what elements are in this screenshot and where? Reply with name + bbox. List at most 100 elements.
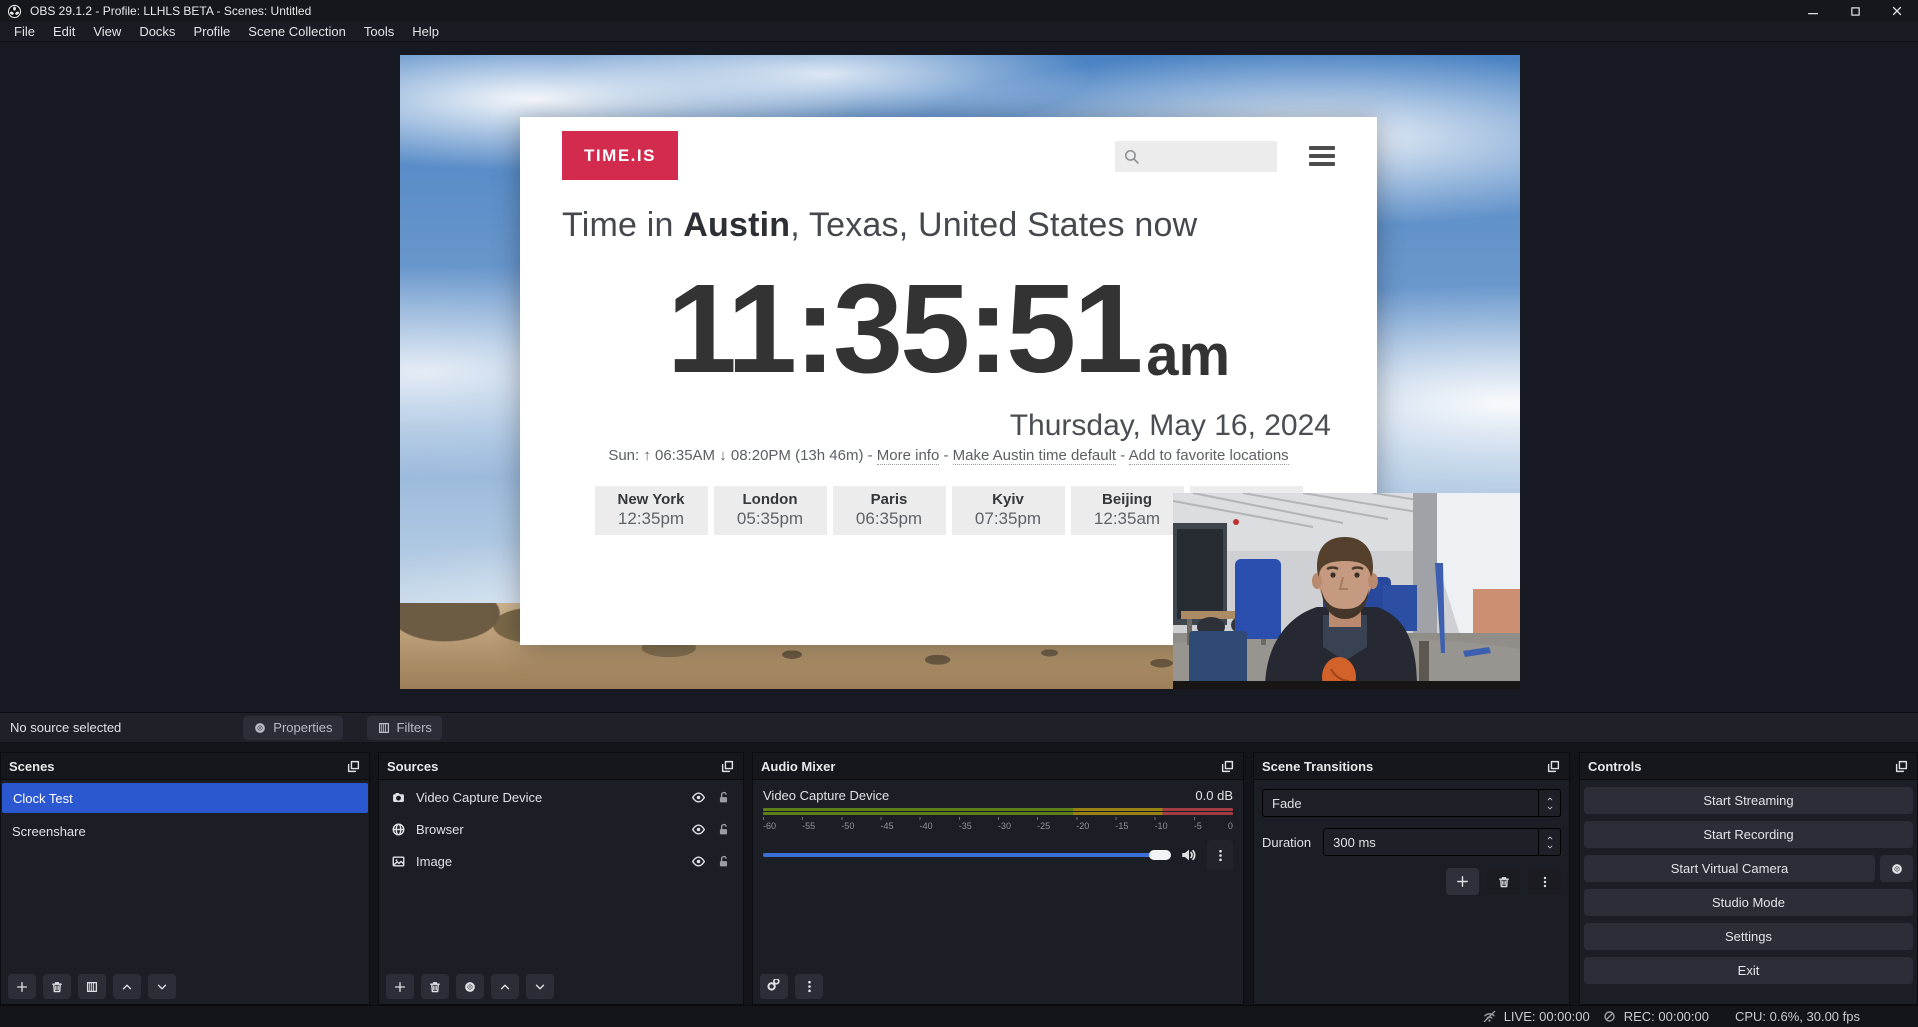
add-source-button[interactable] [386, 974, 414, 999]
popout-icon[interactable] [1894, 759, 1909, 774]
popout-icon[interactable] [1220, 759, 1235, 774]
webcam-video-source[interactable] [1173, 493, 1520, 689]
mixer-channel: Video Capture Device 0.0 dB -60-55-50-45… [753, 780, 1243, 870]
remove-transition-button[interactable] [1487, 868, 1520, 895]
transition-select[interactable]: Fade [1262, 789, 1561, 817]
popout-icon[interactable] [720, 759, 735, 774]
add-scene-button[interactable] [8, 974, 36, 999]
volume-slider-row [763, 840, 1233, 870]
eye-icon[interactable] [691, 822, 706, 837]
timeis-logo: TIME.IS [562, 131, 678, 180]
kebab-icon [802, 979, 817, 994]
scene-item-screenshare[interactable]: Screenshare [1, 816, 369, 846]
remove-source-button[interactable] [421, 974, 449, 999]
start-streaming-button[interactable]: Start Streaming [1584, 787, 1913, 814]
sources-dock: Sources Video Capture Device Browser Ima… [378, 752, 744, 1005]
popout-icon[interactable] [346, 759, 361, 774]
source-item-video-capture[interactable]: Video Capture Device [379, 782, 743, 812]
minimize-button[interactable] [1792, 0, 1834, 22]
sources-dock-header[interactable]: Sources [379, 753, 743, 780]
gear-icon [253, 721, 267, 735]
speaker-icon[interactable] [1180, 846, 1198, 864]
source-properties-button[interactable] [456, 974, 484, 999]
menu-edit[interactable]: Edit [44, 24, 84, 39]
timeis-meridiem: am [1146, 322, 1230, 389]
scenes-toolbar [8, 974, 362, 999]
controls-dock-header[interactable]: Controls [1580, 753, 1917, 780]
remove-scene-button[interactable] [43, 974, 71, 999]
duration-spin-arrows[interactable] [1538, 829, 1560, 855]
volume-meter-right [763, 812, 1233, 815]
chevron-down-icon [533, 980, 547, 994]
unlock-icon[interactable] [716, 854, 731, 869]
move-scene-down-button[interactable] [148, 974, 176, 999]
transition-select-arrows[interactable] [1538, 790, 1560, 816]
menu-view[interactable]: View [84, 24, 130, 39]
maximize-button[interactable] [1834, 0, 1876, 22]
menu-scene-collection[interactable]: Scene Collection [239, 24, 355, 39]
controls-dock-title: Controls [1588, 759, 1641, 774]
source-item-image[interactable]: Image [379, 846, 743, 876]
image-icon [391, 854, 406, 869]
make-default-link: Make Austin time default [953, 447, 1116, 465]
live-timer: LIVE: 00:00:00 [1504, 1009, 1590, 1024]
scenes-dock-header[interactable]: Scenes [1, 753, 369, 780]
audio-mixer-dock-header[interactable]: Audio Mixer [753, 753, 1243, 780]
close-button[interactable] [1876, 0, 1918, 22]
move-source-up-button[interactable] [491, 974, 519, 999]
timeis-clock-row: 11:35:51 am [520, 247, 1377, 399]
scene-transitions-dock-header[interactable]: Scene Transitions [1254, 753, 1569, 780]
virtual-camera-config-button[interactable] [1880, 855, 1913, 882]
city-time-london: London05:35pm [714, 486, 827, 535]
mixer-channel-menu-button[interactable] [1207, 840, 1233, 870]
volume-slider[interactable] [763, 853, 1171, 857]
advanced-audio-button[interactable] [760, 974, 788, 999]
menu-profile[interactable]: Profile [184, 24, 239, 39]
mixer-channel-name: Video Capture Device [763, 788, 889, 803]
live-status: LIVE: 00:00:00 [1482, 1009, 1590, 1024]
scene-filters-button[interactable] [78, 974, 106, 999]
menu-file[interactable]: File [5, 24, 44, 39]
minimize-icon [1806, 4, 1820, 18]
double-gear-icon [767, 979, 782, 994]
start-recording-button[interactable]: Start Recording [1584, 821, 1913, 848]
timeis-header: TIME.IS [520, 117, 1377, 180]
menu-tools[interactable]: Tools [355, 24, 403, 39]
move-source-down-button[interactable] [526, 974, 554, 999]
move-scene-up-button[interactable] [113, 974, 141, 999]
unlock-icon[interactable] [716, 822, 731, 837]
scenes-dock: Scenes Clock Test Screenshare [0, 752, 370, 1005]
start-virtual-camera-button[interactable]: Start Virtual Camera [1584, 855, 1875, 882]
chevron-down-icon [1545, 804, 1555, 812]
add-transition-button[interactable] [1446, 868, 1479, 895]
exit-button[interactable]: Exit [1584, 957, 1913, 984]
mixer-menu-button[interactable] [795, 974, 823, 999]
chevron-up-icon [1545, 795, 1555, 803]
window-title: OBS 29.1.2 - Profile: LLHLS BETA - Scene… [30, 4, 311, 18]
properties-button[interactable]: Properties [243, 716, 342, 740]
close-icon [1890, 4, 1904, 18]
timeis-date: Thursday, May 16, 2024 [520, 409, 1377, 443]
plus-icon [1455, 874, 1470, 889]
source-item-browser[interactable]: Browser [379, 814, 743, 844]
program-canvas[interactable]: TIME.IS Time in Austin, Texas, United St… [400, 55, 1520, 689]
unlock-icon[interactable] [716, 790, 731, 805]
filters-button[interactable]: Filters [367, 716, 442, 740]
meter-scale: -60-55-50-45-40-35-30-25-20-15-10-50 [763, 821, 1233, 831]
eye-icon[interactable] [691, 790, 706, 805]
city-time-kyiv: Kyiv07:35pm [952, 486, 1065, 535]
studio-mode-button[interactable]: Studio Mode [1584, 889, 1913, 916]
duration-label: Duration [1262, 835, 1311, 850]
eye-icon[interactable] [691, 854, 706, 869]
scene-item-clock-test[interactable]: Clock Test [2, 783, 368, 813]
transition-menu-button[interactable] [1528, 868, 1561, 895]
popout-icon[interactable] [1546, 759, 1561, 774]
timeis-clock: 11:35:51 [667, 260, 1140, 399]
menu-help[interactable]: Help [403, 24, 448, 39]
search-icon [1123, 148, 1140, 165]
duration-spinbox[interactable]: 300 ms [1323, 828, 1561, 856]
volume-slider-handle[interactable] [1149, 850, 1171, 860]
camera-icon [391, 790, 406, 805]
settings-button[interactable]: Settings [1584, 923, 1913, 950]
menu-docks[interactable]: Docks [130, 24, 184, 39]
